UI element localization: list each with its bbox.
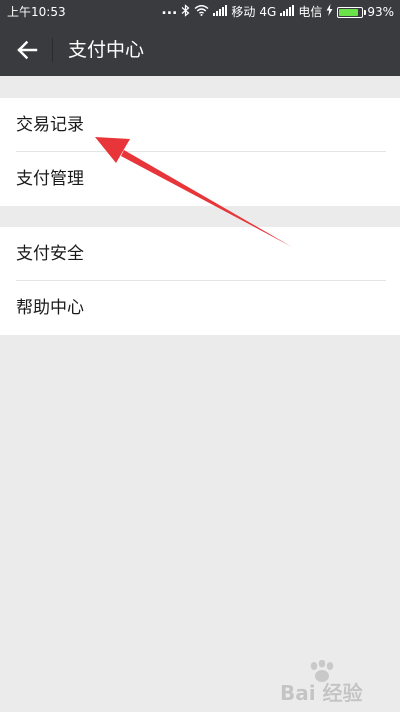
battery-level [339,8,359,16]
network-type: 4G [259,5,277,19]
menu-item-help-center[interactable]: 帮助中心 [0,281,400,335]
more-notifications-icon: ... [161,2,178,18]
watermark: Bai 经验 [280,660,386,706]
menu-item-label: 交易记录 [16,115,84,135]
signal-icon-1 [213,4,228,20]
battery-icon [337,6,367,18]
menu-item-label: 支付安全 [16,244,84,264]
bluetooth-icon [181,3,190,21]
menu-group-2: 支付安全 帮助中心 [0,227,400,335]
back-button[interactable] [10,33,44,67]
menu-item-transaction-records[interactable]: 交易记录 [0,98,400,152]
carrier-1: 移动 [231,5,256,19]
status-bar: 上午10:53 ... 移动 4G 电信 93% [0,0,400,24]
menu-item-payment-security[interactable]: 支付安全 [0,227,400,281]
status-time: 上午10:53 [7,5,66,19]
menu-group-1: 交易记录 支付管理 [0,98,400,206]
carrier-2: 电信 [298,5,323,19]
watermark-text: Bai 经验 [280,681,363,705]
app-header: 支付中心 [0,24,400,76]
wifi-icon [194,4,209,20]
status-indicators: ... 移动 4G 电信 93% [161,3,394,21]
arrow-left-icon [17,40,38,60]
battery-percent: 93% [367,5,394,19]
signal-icon-2 [280,4,295,20]
page-title: 支付中心 [68,39,145,61]
menu-item-label: 支付管理 [16,169,84,189]
menu-item-payment-management[interactable]: 支付管理 [0,152,400,206]
header-divider [52,38,53,62]
charging-icon [326,4,333,20]
menu-item-label: 帮助中心 [16,298,84,318]
